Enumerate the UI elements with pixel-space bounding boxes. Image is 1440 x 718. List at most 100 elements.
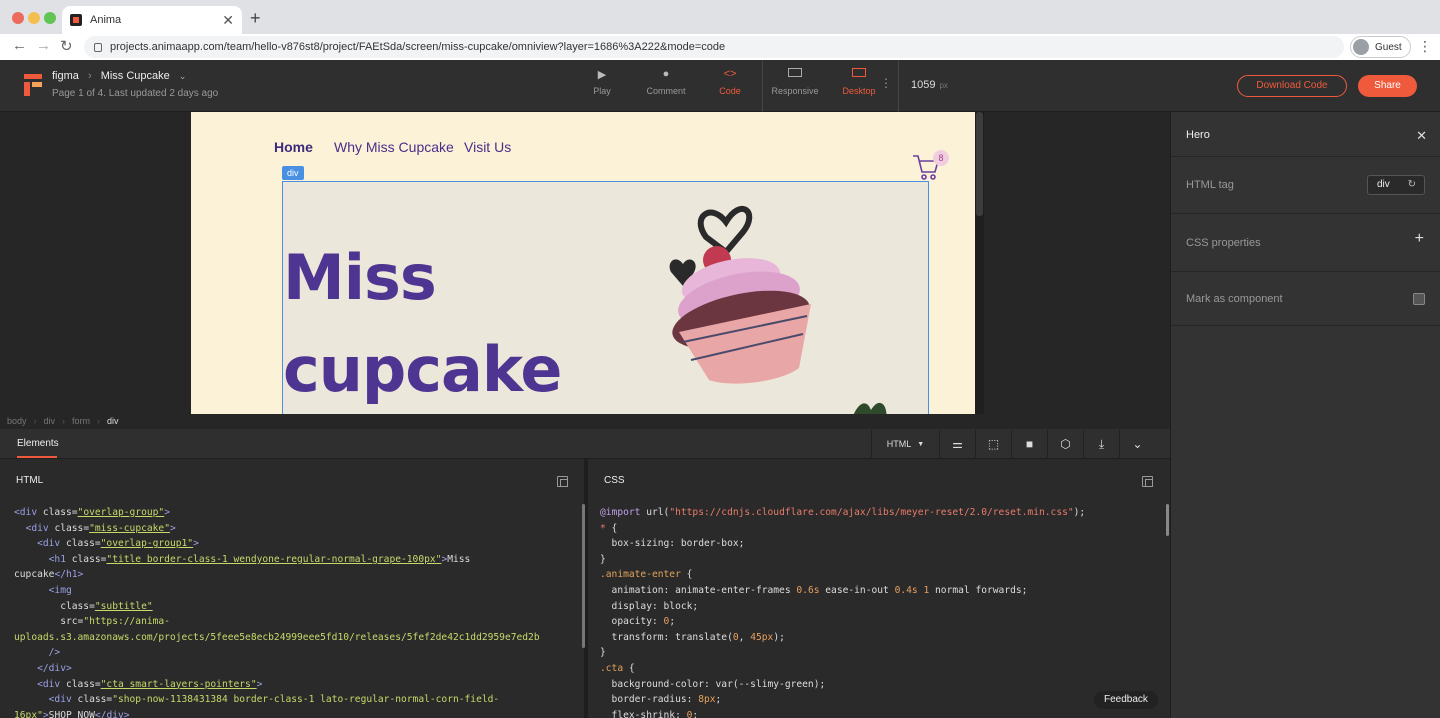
close-icon[interactable]: ✕ <box>1416 128 1427 144</box>
breadcrumb: body › div › form › div <box>0 414 1170 429</box>
reset-icon[interactable]: ↻ <box>1408 176 1416 194</box>
html-code: <div class="overlap-group"> <div class="… <box>14 507 540 718</box>
minimize-window-icon[interactable] <box>28 12 40 24</box>
viewport-width-readout[interactable]: 1059 px <box>911 79 948 91</box>
mark-component-row: Mark as component <box>1171 272 1440 326</box>
breadcrumb-item-current[interactable]: div <box>107 416 119 426</box>
tab-strip: Anima ✕ + <box>0 0 1440 34</box>
copy-icon[interactable] <box>557 476 568 487</box>
feedback-button[interactable]: Feedback <box>1094 691 1158 709</box>
nav-home[interactable]: Home <box>274 139 313 155</box>
mode-switcher: ▶ Play ● Comment <> Code <box>580 68 752 96</box>
browser-tab[interactable]: Anima ✕ <box>62 6 242 34</box>
hero-title: Miss cupcake <box>283 232 623 414</box>
back-icon[interactable]: ← <box>12 37 27 54</box>
anima-logo-icon[interactable] <box>24 74 42 96</box>
inspect-element-icon[interactable]: ⬚ <box>975 429 1011 459</box>
screen-name[interactable]: Miss Cupcake <box>101 70 170 82</box>
avatar <box>1353 39 1369 55</box>
breadcrumb-item-body[interactable]: body <box>7 416 27 426</box>
mark-component-label: Mark as component <box>1186 293 1283 305</box>
chevron-down-icon[interactable]: ⌄ <box>1119 429 1155 459</box>
address-bar-row: ← → ↻ projects.animaapp.com/team/hello-v… <box>0 34 1440 60</box>
design-canvas[interactable]: Home Why Miss Cupcake Visit Us 8 Miss cu… <box>191 112 975 414</box>
canvas-scrollbar-thumb[interactable] <box>976 112 983 216</box>
css-scrollbar[interactable] <box>1166 504 1169 536</box>
close-window-icon[interactable] <box>12 12 24 24</box>
page-meta: Page 1 of 4. Last updated 2 days ago <box>52 88 219 99</box>
reload-icon[interactable]: ↻ <box>60 37 73 55</box>
play-icon: ▶ <box>597 69 607 81</box>
profile-button[interactable]: Guest <box>1350 36 1411 58</box>
inspector-title: Hero <box>1186 129 1210 141</box>
share-button[interactable]: Share <box>1358 75 1417 97</box>
nav-why-miss-cupcake[interactable]: Why Miss Cupcake <box>334 139 454 155</box>
html-scrollbar[interactable] <box>582 504 585 648</box>
chevron-down-icon[interactable]: ⌄ <box>179 71 187 81</box>
html-panel-title: HTML <box>16 475 44 486</box>
mode-comment[interactable]: ● Comment <box>644 68 688 96</box>
css-code-panel[interactable]: CSS @import url("https://cdnjs.cloudflar… <box>588 459 1170 718</box>
add-icon[interactable]: + <box>1415 230 1424 248</box>
mark-component-checkbox[interactable] <box>1413 293 1425 305</box>
profile-label: Guest <box>1375 41 1402 53</box>
forward-icon[interactable]: → <box>36 37 51 54</box>
more-options-icon[interactable]: ⋮ <box>880 76 892 90</box>
new-tab-button[interactable]: + <box>250 8 261 29</box>
cart-count-badge: 8 <box>933 150 949 166</box>
codesandbox-icon[interactable]: ⬡ <box>1047 429 1083 459</box>
copy-icon[interactable] <box>1142 476 1153 487</box>
source-label[interactable]: figma <box>52 70 79 82</box>
width-unit: px <box>939 81 948 90</box>
copy-page-icon[interactable]: ■ <box>1011 429 1047 459</box>
elements-toolbar: Elements HTML ▼ ⚌ ⬚ ■ ⬡ ⤓ ⌄ <box>0 429 1170 459</box>
breadcrumb-item-form[interactable]: form <box>72 416 90 426</box>
divider <box>898 60 899 112</box>
code-tools: HTML ▼ ⚌ ⬚ ■ ⬡ ⤓ ⌄ <box>871 429 1155 459</box>
device-switcher: Responsive Desktop <box>768 68 886 96</box>
download-code-button[interactable]: Download Code <box>1237 75 1347 97</box>
hero-title-line-2: cupcake <box>283 333 562 406</box>
settings-sliders-icon[interactable]: ⚌ <box>939 429 975 459</box>
device-responsive[interactable]: Responsive <box>768 68 822 96</box>
language-select[interactable]: HTML ▼ <box>871 429 939 459</box>
breadcrumb-item-div[interactable]: div <box>44 416 56 426</box>
html-tag-select[interactable]: div ↻ <box>1367 175 1425 195</box>
css-properties-row[interactable]: CSS properties <box>1171 214 1440 272</box>
mode-play-label: Play <box>593 86 611 96</box>
url-text: projects.animaapp.com/team/hello-v876st8… <box>110 41 726 53</box>
download-icon[interactable]: ⤓ <box>1083 429 1119 459</box>
html-code-panel[interactable]: HTML <div class="overlap-group"> <div cl… <box>0 459 588 718</box>
mode-comment-label: Comment <box>646 86 686 96</box>
maximize-window-icon[interactable] <box>44 12 56 24</box>
mode-code-label: Code <box>719 86 741 96</box>
nav-visit-us[interactable]: Visit Us <box>464 139 511 155</box>
mode-play[interactable]: ▶ Play <box>580 68 624 96</box>
hero-title-line-1: Miss <box>283 241 437 314</box>
tab-close-icon[interactable]: ✕ <box>222 12 234 29</box>
chevron-right-icon: › <box>33 416 37 426</box>
project-info: figma › Miss Cupcake ⌄ Page 1 of 4. Last… <box>52 70 218 99</box>
width-value: 1059 <box>911 79 936 91</box>
browser-menu-icon[interactable]: ⋮ <box>1418 38 1432 55</box>
language-value: HTML <box>886 439 912 449</box>
desktop-icon <box>832 68 886 82</box>
inspector-panel: Hero ✕ HTML tag div ↻ CSS properties + M… <box>1170 112 1440 718</box>
browser-tab-title: Anima <box>90 14 122 26</box>
mode-code[interactable]: <> Code <box>708 68 752 96</box>
preview-stage: Home Why Miss Cupcake Visit Us 8 Miss cu… <box>0 112 1170 414</box>
active-tab-indicator <box>17 456 57 458</box>
css-panel-title: CSS <box>604 475 625 486</box>
chevron-right-icon: › <box>97 416 101 426</box>
tab-elements[interactable]: Elements <box>17 438 59 449</box>
caret-down-icon: ▼ <box>917 440 925 448</box>
inspector-header: Hero ✕ <box>1171 112 1440 157</box>
url-input[interactable]: projects.animaapp.com/team/hello-v876st8… <box>84 36 1344 58</box>
cupcake-image <box>669 206 811 384</box>
browser-chrome: Anima ✕ + ← → ↻ projects.animaapp.com/te… <box>0 0 1440 60</box>
comment-icon: ● <box>662 68 670 80</box>
device-desktop[interactable]: Desktop <box>832 68 886 96</box>
code-icon: <> <box>723 68 737 80</box>
html-tag-label: HTML tag <box>1186 179 1234 191</box>
strawberry-image <box>853 402 887 414</box>
